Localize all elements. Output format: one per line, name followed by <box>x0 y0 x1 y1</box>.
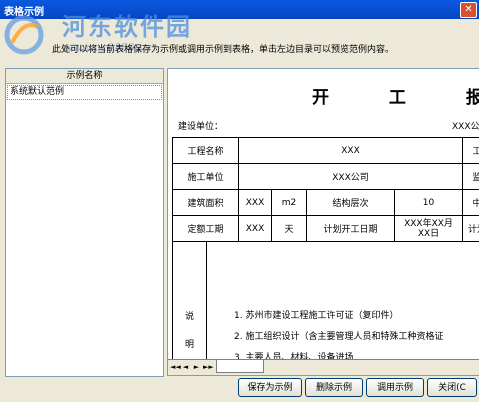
last-sheet-icon[interactable]: ►► <box>203 362 214 372</box>
project-name-label: 工程名称 <box>172 137 239 164</box>
watermark-text: 河东软件园 <box>62 13 192 41</box>
period-label: 定额工期 <box>172 215 239 242</box>
area-label: 建筑面积 <box>172 189 239 216</box>
sheet-tab-bar: ◄◄ ◄ ► ►► <box>168 359 479 375</box>
example-list: 示例名称 系统默认范例 <box>5 68 164 377</box>
side-label-2: 明 <box>184 340 194 350</box>
build-unit-value: XXX公 <box>452 122 479 132</box>
prev-sheet-icon[interactable]: ◄ <box>181 362 190 372</box>
use-example-button[interactable]: 调用示例 <box>366 378 424 397</box>
plan-start-value-line1: XXX年XX月 <box>404 218 453 229</box>
plan-start-value-line2: XX日 <box>417 228 440 239</box>
construct-unit-label: 施工单位 <box>172 163 239 190</box>
preview-pane: 开 工 报 告 建设单位： XXX公 工程名称 XXX 工 施工单位 XXX公司… <box>167 68 479 376</box>
logo-icon <box>4 15 44 55</box>
list-item[interactable]: 系统默认范例 <box>7 85 162 100</box>
plan-start-label: 计划开工日期 <box>306 215 395 242</box>
close-button[interactable]: 关闭(C <box>427 378 477 397</box>
first-sheet-icon[interactable]: ◄◄ <box>170 362 181 372</box>
area-value: XXX <box>238 189 272 216</box>
info-text: 此处可以将当前表格保存为示例或调用示例到表格，单击左边目录可以预览范例内容。 <box>52 45 395 55</box>
report-heading: 开 工 报 告 <box>312 88 479 108</box>
structure-value: 10 <box>394 189 463 216</box>
side-label-1: 说 <box>184 312 194 322</box>
preview-sheet: 开 工 报 告 建设单位： XXX公 工程名称 XXX 工 施工单位 XXX公司… <box>172 71 479 366</box>
next-sheet-icon[interactable]: ► <box>192 362 201 372</box>
col-r2: 监 <box>462 163 479 190</box>
construct-unit-value: XXX公司 <box>238 163 463 190</box>
plan-start-value: XXX年XX月 XX日 <box>394 215 463 242</box>
col-r4: 计划 <box>462 215 479 242</box>
notes-side-label: 说 明 <box>172 241 207 366</box>
note-item: 2. 施工组织设计（含主要管理人员和特殊工种资格证 <box>234 332 444 342</box>
close-icon[interactable]: ✕ <box>460 2 477 18</box>
col-r3: 中 <box>462 189 479 216</box>
delete-example-button[interactable]: 删除示例 <box>305 378 363 397</box>
col-r1: 工 <box>462 137 479 164</box>
note-item: 1. 苏州市建设工程施工许可证（复印件） <box>234 311 399 321</box>
period-value: XXX <box>238 215 272 242</box>
build-unit-label: 建设单位： <box>178 122 224 132</box>
notes-cell <box>206 241 479 366</box>
save-as-example-button[interactable]: 保存为示例 <box>238 378 302 397</box>
structure-label: 结构层次 <box>306 189 395 216</box>
sheet-tab[interactable] <box>216 360 264 373</box>
area-unit: m2 <box>271 189 307 216</box>
period-unit: 天 <box>271 215 307 242</box>
list-header: 示例名称 <box>6 69 163 84</box>
project-name-value: XXX <box>238 137 463 164</box>
